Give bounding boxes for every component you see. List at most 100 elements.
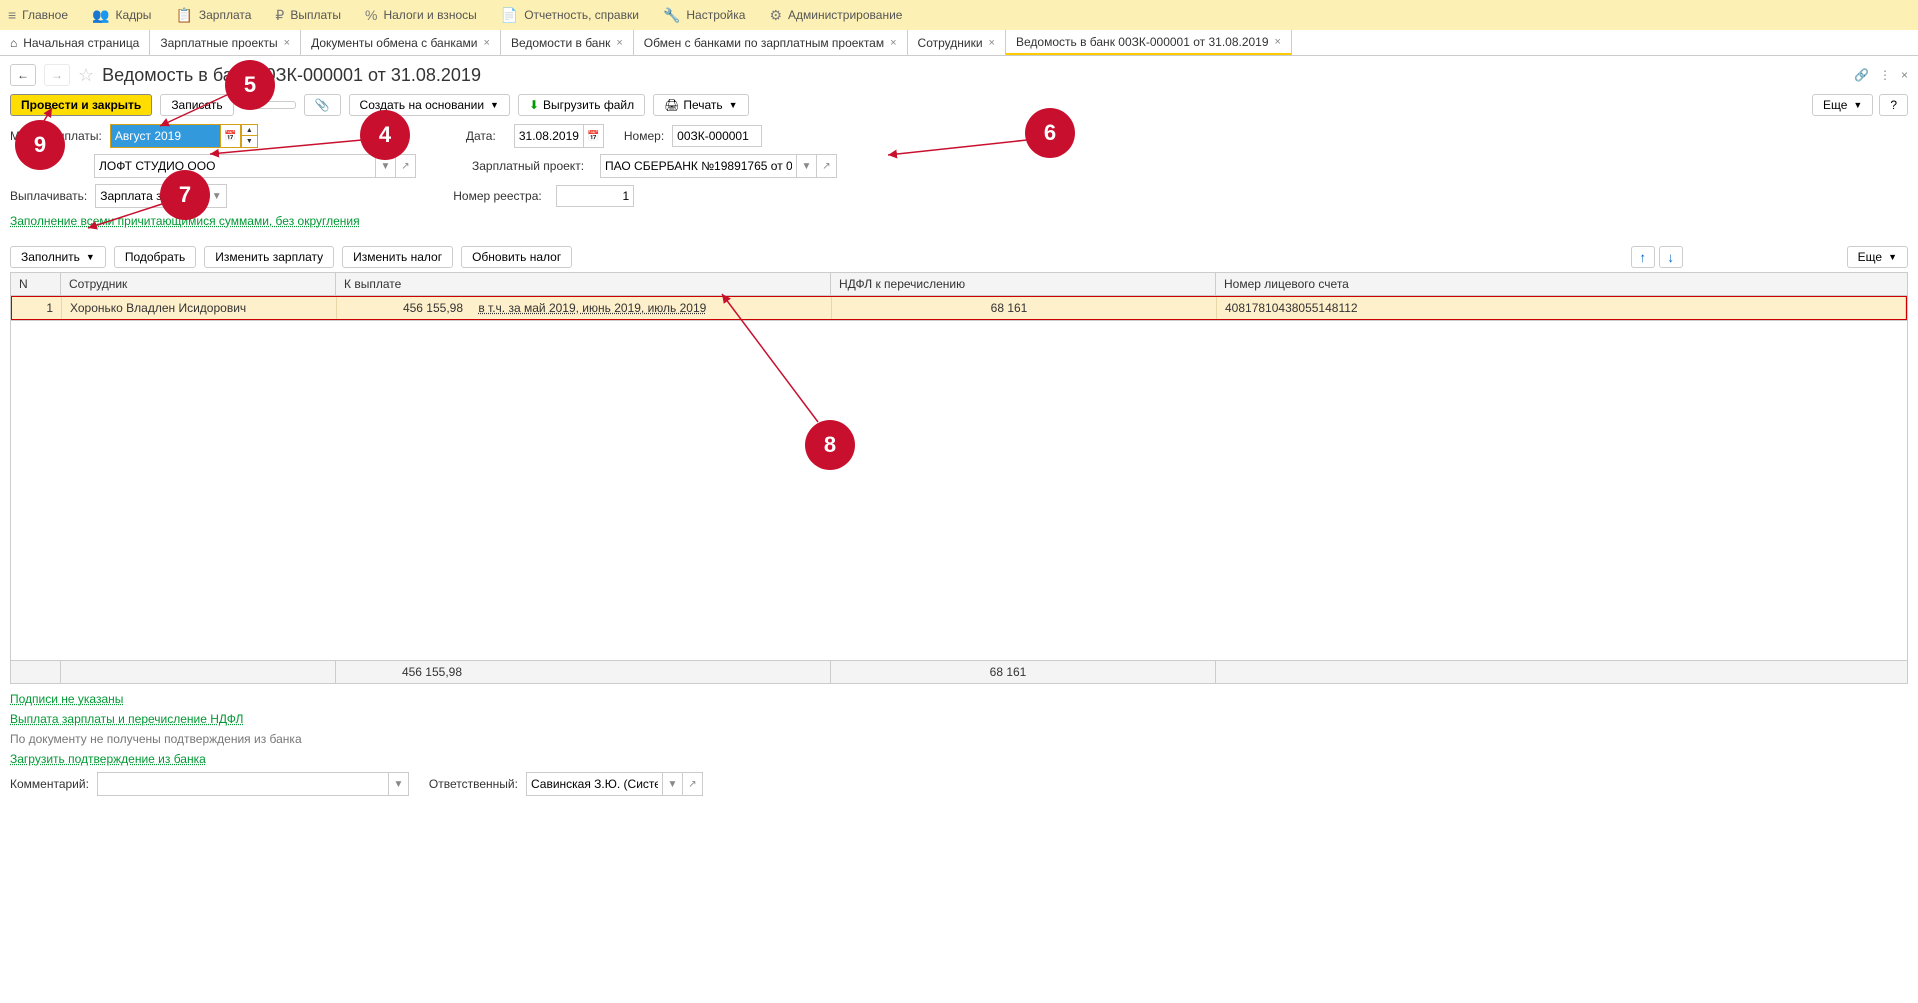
menu-label: Выплаты: [290, 8, 341, 22]
dropdown-icon[interactable]: ▼: [796, 155, 816, 177]
btn-label: Выгрузить файл: [543, 98, 634, 112]
dropdown-icon[interactable]: ▼: [662, 773, 682, 795]
total-ndfl: 68 161: [839, 665, 1207, 679]
responsible-input[interactable]: [527, 773, 662, 795]
foot-spacer: [11, 661, 61, 683]
page-header: ← → ☆ Ведомость в банк 00ЗК-000001 от 31…: [0, 56, 1918, 90]
signatures-link[interactable]: Подписи не указаны: [10, 692, 123, 706]
close-icon[interactable]: ×: [989, 37, 995, 49]
nav-back-button[interactable]: ←: [10, 64, 36, 86]
tab-label: Начальная страница: [23, 36, 139, 50]
close-icon[interactable]: ×: [616, 37, 622, 49]
menu-icon: ≡: [8, 7, 16, 23]
favorite-icon[interactable]: ☆: [78, 65, 94, 86]
export-file-button[interactable]: ⬇Выгрузить файл: [518, 94, 645, 116]
calendar-icon[interactable]: 📅: [221, 125, 241, 147]
table-more-button[interactable]: Еще▼: [1847, 246, 1908, 268]
attach-button[interactable]: 📎: [304, 94, 341, 116]
home-icon: ⌂: [10, 36, 17, 50]
nav-forward-button[interactable]: →: [44, 64, 70, 86]
pick-button[interactable]: Подобрать: [114, 246, 196, 268]
close-page-icon[interactable]: ×: [1901, 68, 1908, 82]
spin-down-icon[interactable]: ▼: [241, 136, 257, 147]
document-icon: 📄: [501, 7, 518, 24]
close-icon[interactable]: ×: [484, 37, 490, 49]
comment-input[interactable]: [98, 773, 388, 795]
update-tax-button[interactable]: Обновить налог: [461, 246, 572, 268]
move-down-button[interactable]: ↓: [1659, 246, 1683, 268]
org-input[interactable]: [95, 155, 375, 177]
write-button[interactable]: Записать: [160, 94, 233, 116]
print-icon: 🖨: [664, 98, 679, 112]
kebab-icon[interactable]: ⋮: [1879, 68, 1891, 82]
menu-payments[interactable]: ₽ Выплаты: [275, 7, 341, 24]
tab-bank-exchange[interactable]: Обмен с банками по зарплатным проектам ×: [634, 30, 908, 55]
menu-label: Администрирование: [788, 8, 902, 22]
calendar-icon[interactable]: 📅: [583, 125, 603, 147]
payout-detail-link[interactable]: в т.ч. за май 2019, июнь 2019, июль 2019: [478, 301, 706, 315]
post-close-button[interactable]: Провести и закрыть: [10, 94, 152, 116]
btn-label: Печать: [683, 98, 722, 112]
payout-ndfl-link[interactable]: Выплата зарплаты и перечисление НДФЛ: [10, 712, 243, 726]
annotation-badge-4: 4: [360, 110, 410, 160]
tab-home[interactable]: ⌂ Начальная страница: [0, 30, 150, 55]
menu-main[interactable]: ≡Главное: [8, 7, 68, 23]
print-button[interactable]: 🖨Печать▼: [653, 94, 748, 116]
open-icon[interactable]: ↗: [395, 155, 415, 177]
month-input[interactable]: [111, 125, 221, 147]
people-icon: 👥: [92, 7, 109, 24]
ruble-icon: ₽: [275, 7, 284, 24]
cell-n: 1: [12, 297, 62, 319]
link-icon[interactable]: 🔗: [1854, 68, 1869, 82]
change-salary-button[interactable]: Изменить зарплату: [204, 246, 334, 268]
table-row[interactable]: 1 Хоронько Владлен Исидорович 456 155,98…: [11, 296, 1907, 320]
tab-statement[interactable]: Ведомость в банк 00ЗК-000001 от 31.08.20…: [1006, 30, 1292, 55]
number-input[interactable]: [672, 125, 762, 147]
spin-up-icon[interactable]: ▲: [241, 125, 257, 136]
tab-label: Обмен с банками по зарплатным проектам: [644, 36, 884, 50]
caret-down-icon: ▼: [490, 100, 499, 110]
table-toolbar: Заполнить▼ Подобрать Изменить зарплату И…: [0, 242, 1918, 272]
open-icon[interactable]: ↗: [816, 155, 836, 177]
close-icon[interactable]: ×: [284, 37, 290, 49]
close-icon[interactable]: ×: [890, 37, 896, 49]
tab-label: Документы обмена с банками: [311, 36, 477, 50]
registry-input[interactable]: [556, 185, 634, 207]
menu-salary[interactable]: 📋Зарплата: [175, 7, 251, 24]
col-ndfl-header[interactable]: НДФЛ к перечислению: [831, 273, 1216, 295]
responsible-label: Ответственный:: [429, 777, 518, 791]
menu-taxes[interactable]: %Налоги и взносы: [365, 7, 477, 23]
date-label: Дата:: [466, 129, 506, 143]
menu-label: Зарплата: [199, 8, 252, 22]
more-button[interactable]: Еще▼: [1812, 94, 1873, 116]
open-icon[interactable]: ↗: [682, 773, 702, 795]
col-account-header[interactable]: Номер лицевого счета: [1216, 273, 1907, 295]
tab-label: Ведомость в банк 00ЗК-000001 от 31.08.20…: [1016, 35, 1269, 49]
col-n-header[interactable]: N: [11, 273, 61, 295]
payout-amount: 456 155,98: [345, 301, 475, 315]
col-employee-header[interactable]: Сотрудник: [61, 273, 336, 295]
tab-salary-projects[interactable]: Зарплатные проекты×: [150, 30, 301, 55]
help-button[interactable]: ?: [1879, 94, 1908, 116]
menu-reports[interactable]: 📄Отчетность, справки: [501, 7, 639, 24]
load-confirmation-link[interactable]: Загрузить подтверждение из банка: [10, 752, 206, 766]
fill-button[interactable]: Заполнить▼: [10, 246, 106, 268]
tab-bank-statements[interactable]: Ведомости в банк×: [501, 30, 634, 55]
tab-bank-docs[interactable]: Документы обмена с банками ×: [301, 30, 501, 55]
col-payout-header[interactable]: К выплате: [336, 273, 831, 295]
bank-confirmation-note: По документу не получены подтверждения и…: [10, 732, 1908, 746]
cell-ndfl: 68 161: [832, 297, 1217, 319]
dropdown-icon[interactable]: ▼: [388, 773, 408, 795]
tab-employees[interactable]: Сотрудники×: [908, 30, 1006, 55]
move-up-button[interactable]: ↑: [1631, 246, 1655, 268]
menu-admin[interactable]: ⚙Администрирование: [769, 7, 902, 24]
btn-label: Еще: [1823, 98, 1847, 112]
menu-settings[interactable]: 🔧Настройка: [663, 7, 746, 24]
date-input[interactable]: [515, 125, 583, 147]
change-tax-button[interactable]: Изменить налог: [342, 246, 453, 268]
registry-label: Номер реестра:: [453, 189, 548, 203]
close-icon[interactable]: ×: [1275, 36, 1281, 48]
project-input[interactable]: [601, 155, 796, 177]
paytype-label: Выплачивать:: [10, 189, 87, 203]
menu-hr[interactable]: 👥Кадры: [92, 7, 151, 24]
